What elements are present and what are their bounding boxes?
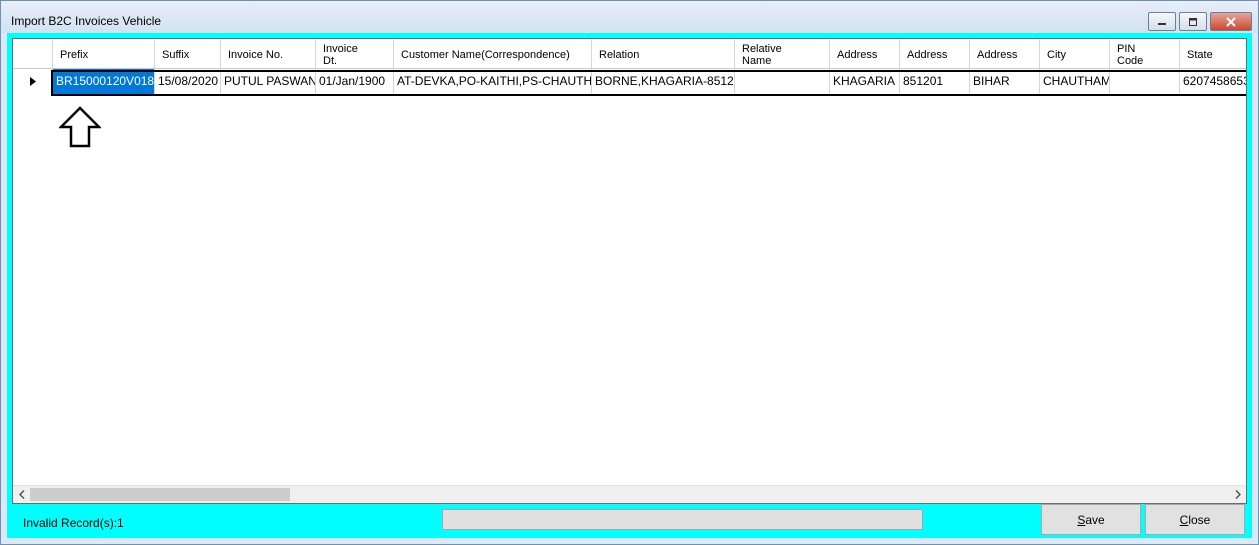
- scroll-left-icon[interactable]: [13, 486, 30, 503]
- cell-prefix[interactable]: BR15000120V0186: [53, 69, 155, 94]
- progress-bar: [442, 509, 923, 530]
- cell-pin-code[interactable]: [1110, 69, 1180, 94]
- close-mnemonic: C: [1179, 512, 1189, 527]
- save-label-rest: ave: [1085, 512, 1105, 527]
- import-window: Import B2C Invoices Vehicle Prefix Suffi…: [0, 0, 1259, 545]
- column-header-state[interactable]: State: [1180, 39, 1246, 68]
- cell-state[interactable]: 6207458653: [1180, 69, 1246, 94]
- cell-address-2[interactable]: 851201: [900, 69, 970, 94]
- column-header-pin-code[interactable]: PIN Code: [1110, 39, 1180, 68]
- title-bar[interactable]: Import B2C Invoices Vehicle: [1, 1, 1258, 33]
- cell-address-3[interactable]: BIHAR: [970, 69, 1040, 94]
- scroll-right-icon[interactable]: [1229, 486, 1246, 503]
- up-arrow-annotation-icon: [57, 106, 103, 151]
- grid-header: Prefix Suffix Invoice No. Invoice Dt. Cu…: [13, 39, 1246, 69]
- column-header-relative-name[interactable]: Relative Name: [735, 39, 830, 68]
- column-header-suffix[interactable]: Suffix: [155, 39, 221, 68]
- close-label-rest: lose: [1188, 512, 1211, 527]
- column-header-invoice-no[interactable]: Invoice No.: [221, 39, 316, 68]
- form-client-area: Prefix Suffix Invoice No. Invoice Dt. Cu…: [7, 33, 1252, 538]
- column-header-city[interactable]: City: [1040, 39, 1110, 68]
- cell-city[interactable]: CHAUTHAM: [1040, 69, 1110, 94]
- save-button[interactable]: Save: [1041, 504, 1141, 535]
- maximize-icon[interactable]: [1179, 12, 1207, 31]
- window-controls: [1145, 12, 1252, 31]
- current-row-arrow-icon: [13, 69, 53, 94]
- cell-suffix[interactable]: 15/08/2020: [155, 69, 221, 94]
- cell-invoice-dt[interactable]: 01/Jan/1900: [316, 69, 394, 94]
- cell-address-1[interactable]: KHAGARIA: [830, 69, 900, 94]
- table-row[interactable]: BR15000120V0186 15/08/2020 PUTUL PASWAN …: [13, 69, 1246, 94]
- cell-relative-name[interactable]: [735, 69, 830, 94]
- horizontal-scrollbar[interactable]: [13, 485, 1246, 503]
- minimize-icon[interactable]: [1148, 12, 1176, 31]
- column-header-relation[interactable]: Relation: [592, 39, 735, 68]
- window-title: Import B2C Invoices Vehicle: [11, 14, 162, 28]
- column-header-address-2[interactable]: Address: [900, 39, 970, 68]
- close-button[interactable]: Close: [1145, 504, 1245, 535]
- column-header-customer-name[interactable]: Customer Name(Correspondence): [394, 39, 592, 68]
- column-header-invoice-dt[interactable]: Invoice Dt.: [316, 39, 394, 68]
- scrollbar-thumb[interactable]: [30, 488, 290, 501]
- column-header-address-3[interactable]: Address: [970, 39, 1040, 68]
- column-header-prefix[interactable]: Prefix: [53, 39, 155, 68]
- invoice-grid[interactable]: Prefix Suffix Invoice No. Invoice Dt. Cu…: [12, 38, 1247, 504]
- close-icon[interactable]: [1210, 12, 1252, 31]
- save-mnemonic: S: [1077, 512, 1086, 527]
- column-header-address-1[interactable]: Address: [830, 39, 900, 68]
- row-header-corner: [13, 39, 53, 68]
- cell-invoice-no[interactable]: PUTUL PASWAN: [221, 69, 316, 94]
- cell-customer-name[interactable]: AT-DEVKA,PO-KAITHI,PS-CHAUTHAM: [394, 69, 592, 94]
- cell-relation[interactable]: BORNE,KHAGARIA-851201: [592, 69, 735, 94]
- invalid-records-label: Invalid Record(s):1: [23, 516, 124, 530]
